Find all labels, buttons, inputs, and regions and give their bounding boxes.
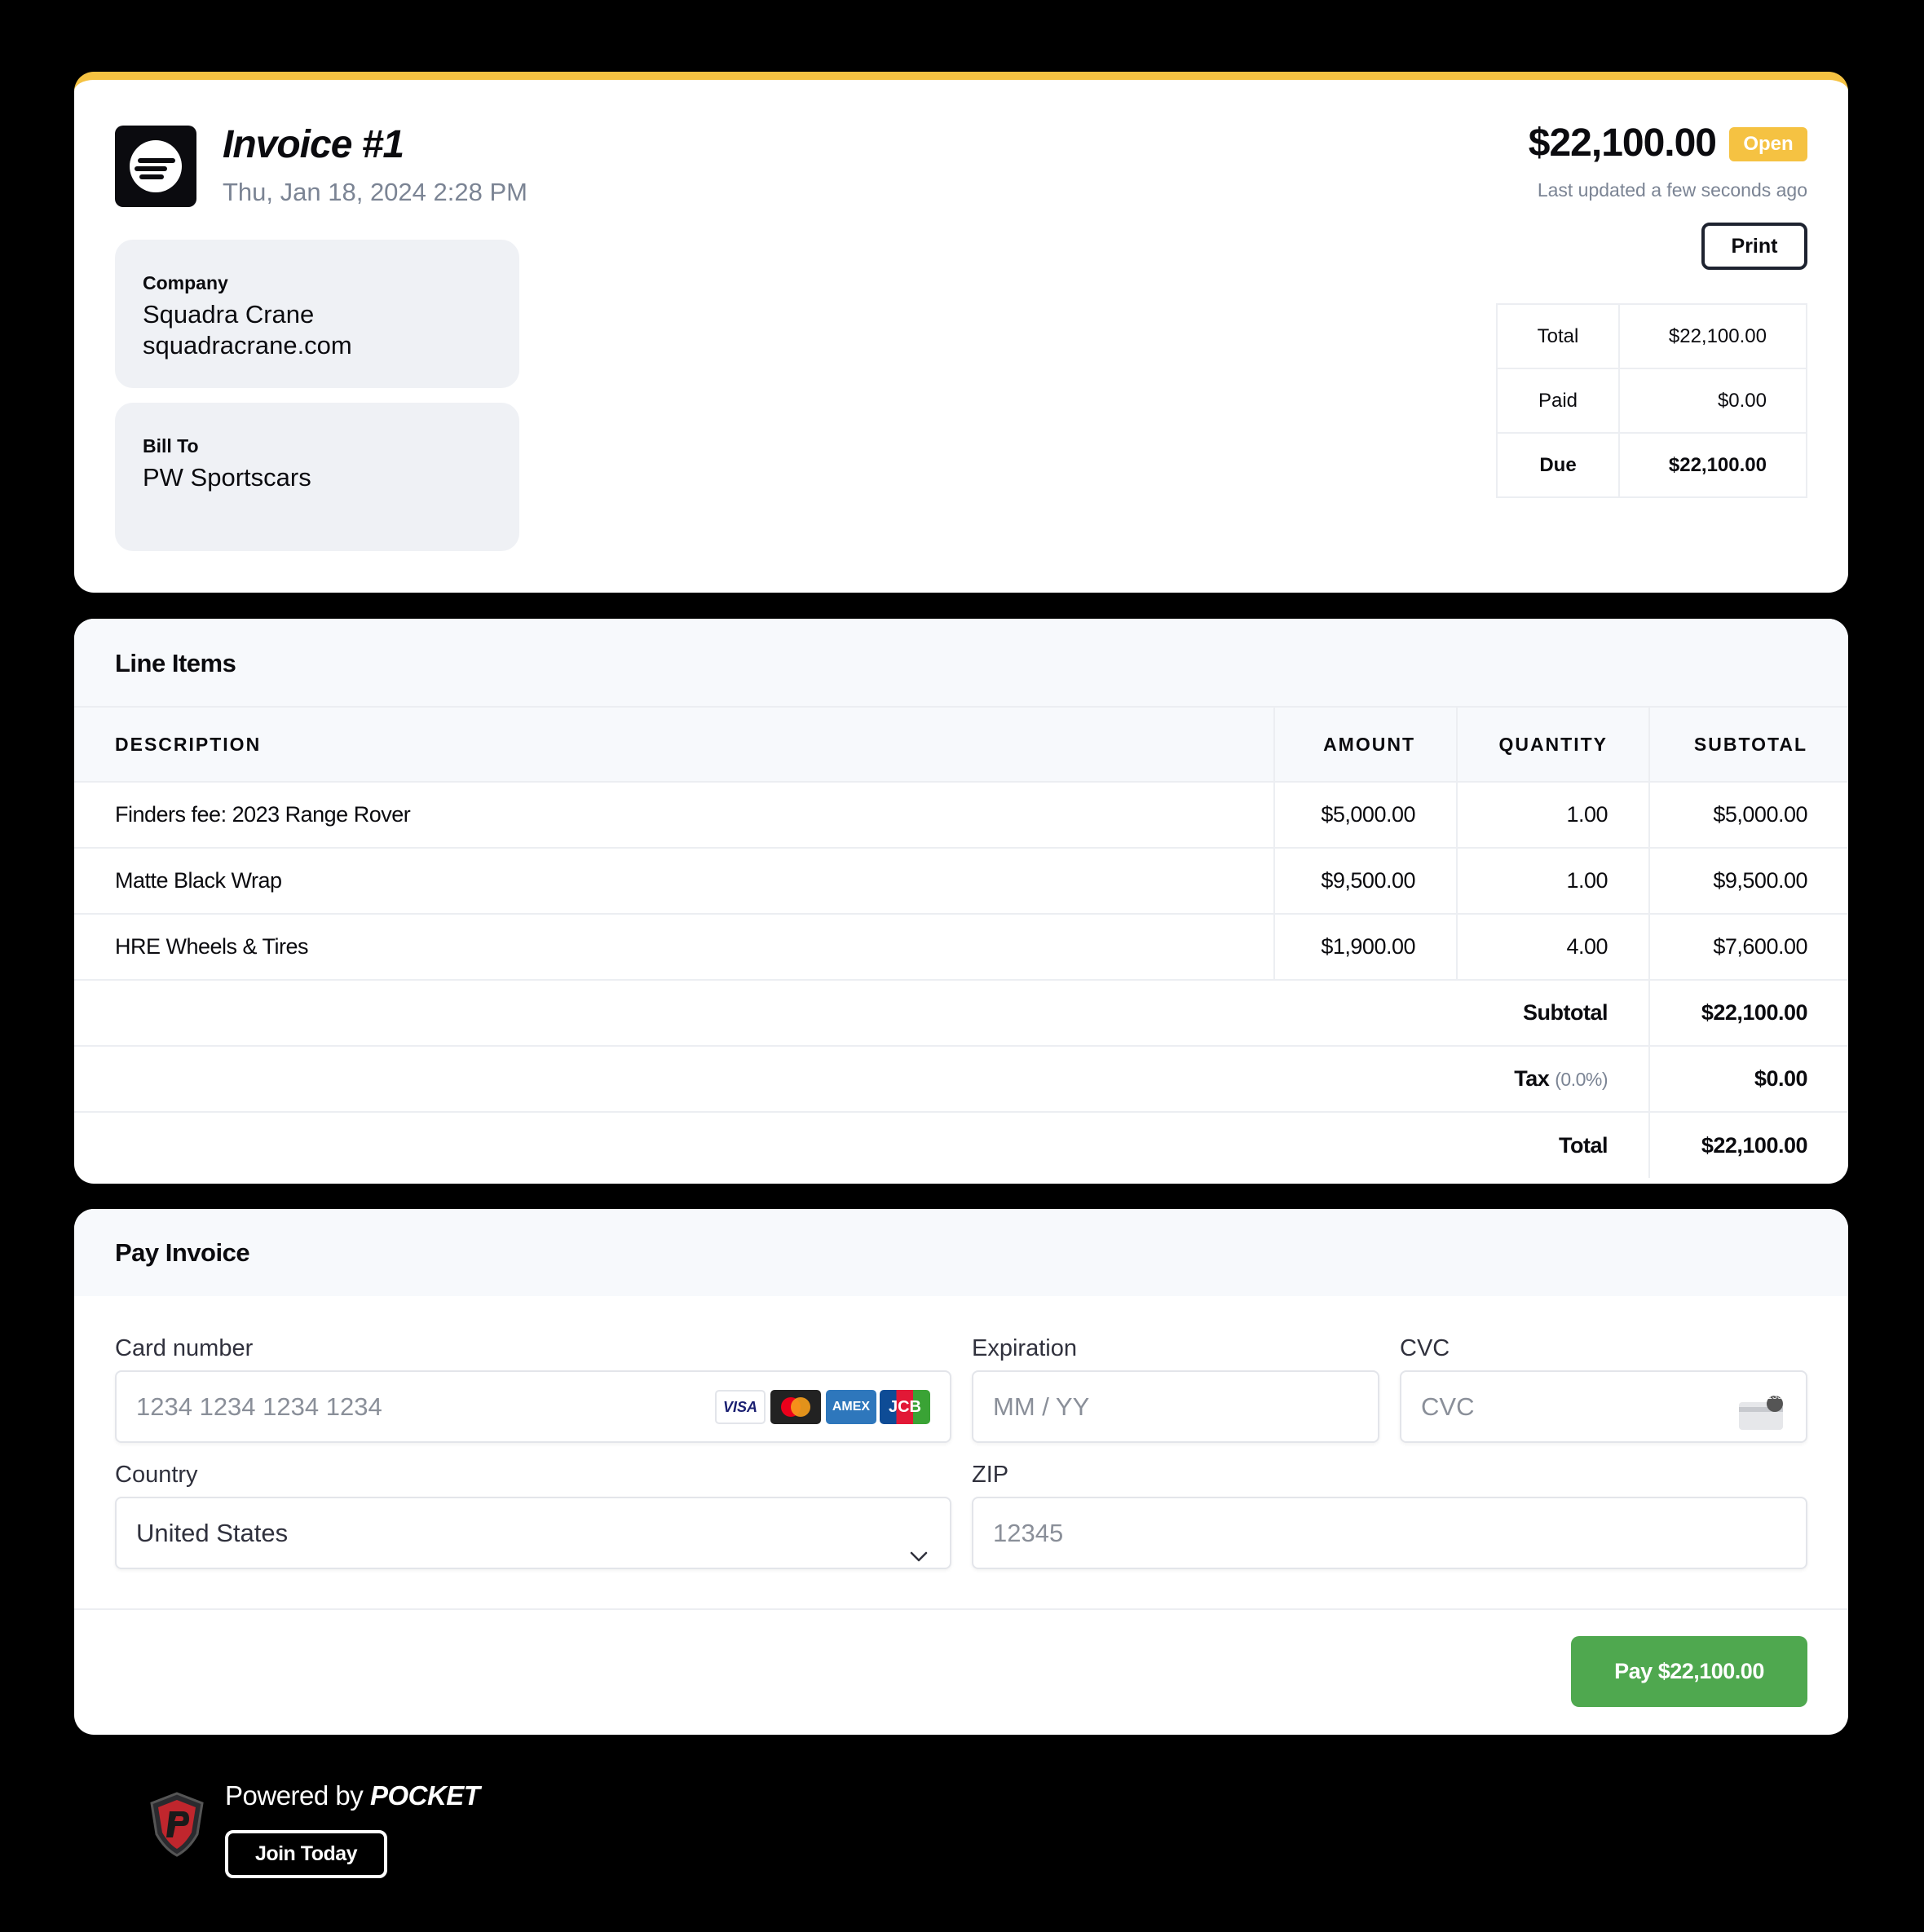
zip-input[interactable]: 12345 xyxy=(972,1497,1807,1569)
status-badge: Open xyxy=(1729,127,1807,161)
item-subtotal: $9,500.00 xyxy=(1648,848,1848,915)
divider xyxy=(74,1608,1848,1610)
join-today-button[interactable]: Join Today xyxy=(225,1830,387,1878)
company-name: Squadra Crane xyxy=(143,300,315,329)
item-amount: $1,900.00 xyxy=(1273,914,1457,981)
table-row: HRE Wheels & Tires $1,900.00 4.00 $7,600… xyxy=(74,914,1848,981)
item-description: HRE Wheels & Tires xyxy=(74,914,1274,981)
bill-to-name: PW Sportscars xyxy=(143,463,311,492)
country-value: United States xyxy=(136,1519,289,1547)
zip-label: ZIP xyxy=(972,1462,1009,1488)
last-updated-text: Last updated a few seconds ago xyxy=(1537,179,1807,201)
total-label: Total xyxy=(1559,1132,1608,1158)
country-select[interactable]: United States xyxy=(115,1497,951,1569)
tax-label: Tax xyxy=(1514,1066,1550,1091)
item-description: Finders fee: 2023 Range Rover xyxy=(74,782,1274,849)
column-header-description: DESCRIPTION xyxy=(74,708,1274,783)
summary-row-paid: Paid $0.00 xyxy=(1496,368,1807,434)
subtotal-value: $22,100.00 xyxy=(1648,980,1848,1047)
pay-button[interactable]: Pay $22,100.00 xyxy=(1571,1636,1807,1707)
company-website: squadracrane.com xyxy=(143,331,352,359)
pay-invoice-card: Pay Invoice Card number 1234 1234 1234 1… xyxy=(74,1209,1848,1735)
pay-invoice-title: Pay Invoice xyxy=(74,1209,1848,1296)
invoice-amount: $22,100.00 xyxy=(1528,121,1717,165)
item-amount: $9,500.00 xyxy=(1273,848,1457,915)
summary-row-due: Due $22,100.00 xyxy=(1496,432,1807,498)
jcb-icon: JCB xyxy=(880,1390,930,1424)
summary-row-total: Total $22,100.00 xyxy=(1496,303,1807,369)
cvc-label: CVC xyxy=(1400,1335,1450,1361)
invoice-date: Thu, Jan 18, 2024 2:28 PM xyxy=(223,178,527,206)
summary-label: Paid xyxy=(1496,368,1620,434)
summary-value: $0.00 xyxy=(1618,368,1807,434)
visa-icon: VISA xyxy=(715,1390,766,1424)
table-header-row: DESCRIPTION AMOUNT QUANTITY SUBTOTAL xyxy=(74,708,1848,783)
company-logo xyxy=(115,126,196,207)
line-items-card: Line Items DESCRIPTION AMOUNT QUANTITY S… xyxy=(74,619,1848,1184)
item-description: Matte Black Wrap xyxy=(74,848,1274,915)
company-info: Company Squadra Crane squadracrane.com xyxy=(115,240,519,388)
tax-value: $0.00 xyxy=(1648,1046,1848,1113)
invoice-title: Invoice #1 xyxy=(223,123,404,166)
tax-rate: (0.0%) xyxy=(1555,1069,1608,1090)
tax-label-cell: Tax (0.0%) xyxy=(1274,1046,1649,1113)
summary-value: $22,100.00 xyxy=(1618,303,1807,369)
table-row: Finders fee: 2023 Range Rover $5,000.00 … xyxy=(74,782,1848,849)
total-value: $22,100.00 xyxy=(1648,1112,1848,1178)
summary-value: $22,100.00 xyxy=(1618,432,1807,498)
tax-row: Tax (0.0%) $0.00 xyxy=(74,1046,1848,1113)
cvc-input[interactable]: CVC 135 xyxy=(1400,1370,1807,1443)
summary-label: Due xyxy=(1496,432,1620,498)
summary-label: Total xyxy=(1496,303,1620,369)
invoice-header-card: Invoice #1 Thu, Jan 18, 2024 2:28 PM Com… xyxy=(74,72,1848,593)
powered-prefix: Powered by xyxy=(225,1780,364,1811)
expiration-label: Expiration xyxy=(972,1335,1077,1361)
item-quantity: 4.00 xyxy=(1456,914,1649,981)
bill-to-info: Bill To PW Sportscars xyxy=(115,403,519,551)
expiration-input[interactable]: MM / YY xyxy=(972,1370,1379,1443)
total-row: Total $22,100.00 xyxy=(74,1112,1848,1178)
item-subtotal: $7,600.00 xyxy=(1648,914,1848,981)
line-items-table: DESCRIPTION AMOUNT QUANTITY SUBTOTAL Fin… xyxy=(74,708,1848,1178)
item-quantity: 1.00 xyxy=(1456,848,1649,915)
column-header-subtotal: SUBTOTAL xyxy=(1648,708,1848,783)
zip-placeholder: 12345 xyxy=(993,1519,1064,1547)
column-header-amount: AMOUNT xyxy=(1273,708,1457,783)
card-number-placeholder: 1234 1234 1234 1234 xyxy=(136,1392,382,1421)
print-button[interactable]: Print xyxy=(1701,223,1807,270)
expiration-placeholder: MM / YY xyxy=(993,1392,1090,1421)
chevron-down-icon xyxy=(909,1523,929,1562)
card-number-input[interactable]: 1234 1234 1234 1234 VISA AMEX JCB xyxy=(115,1370,951,1443)
item-subtotal: $5,000.00 xyxy=(1648,782,1848,849)
pocket-shield-logo xyxy=(148,1792,205,1857)
company-label: Company xyxy=(143,272,228,293)
table-row: Matte Black Wrap $9,500.00 1.00 $9,500.0… xyxy=(74,848,1848,915)
item-quantity: 1.00 xyxy=(1456,782,1649,849)
amex-icon: AMEX xyxy=(826,1390,876,1424)
payment-summary-table: Total $22,100.00 Paid $0.00 Due $22,100.… xyxy=(1496,303,1807,498)
cvc-card-icon: 135 xyxy=(1737,1388,1785,1430)
cvc-placeholder: CVC xyxy=(1421,1392,1475,1421)
mastercard-icon xyxy=(770,1390,821,1424)
line-items-title: Line Items xyxy=(74,619,1848,708)
bill-to-label: Bill To xyxy=(143,435,199,457)
subtotal-row: Subtotal $22,100.00 xyxy=(74,980,1848,1047)
column-header-quantity: QUANTITY xyxy=(1456,708,1649,783)
card-number-label: Card number xyxy=(115,1335,254,1361)
item-amount: $5,000.00 xyxy=(1273,782,1457,849)
pocket-brand: POCKET xyxy=(369,1780,480,1811)
cvc-icon-digits: 135 xyxy=(1767,1392,1783,1401)
country-label: Country xyxy=(115,1462,198,1488)
subtotal-label: Subtotal xyxy=(1274,980,1649,1047)
powered-by-text: Powered by POCKET xyxy=(225,1780,480,1811)
